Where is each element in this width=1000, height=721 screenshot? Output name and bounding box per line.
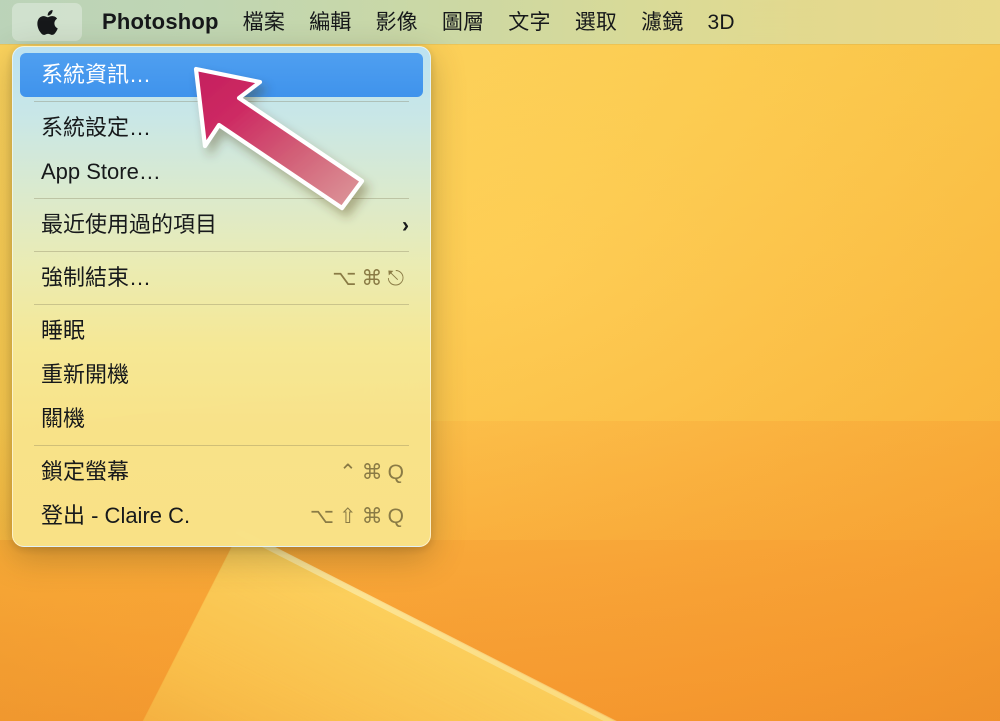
menu-item-force-quit[interactable]: 強制結束… ⌥⌘⎋ xyxy=(20,256,423,300)
menubar-item-image[interactable]: 影像 xyxy=(363,12,429,33)
menu-item-system-settings[interactable]: 系統設定… xyxy=(20,106,423,150)
menubar-item-select[interactable]: 選取 xyxy=(563,12,629,33)
macos-desktop: Photoshop 檔案 編輯 影像 圖層 文字 選取 濾鏡 3D 系統資訊… … xyxy=(0,0,1000,721)
menu-item-lock-screen[interactable]: 鎖定螢幕 ⌃⌘Q xyxy=(20,450,423,494)
menu-item-label: 最近使用過的項目 xyxy=(41,212,218,237)
menu-item-label: 鎖定螢幕 xyxy=(41,459,130,484)
menu-separator xyxy=(34,304,409,305)
menu-item-label: 系統資訊… xyxy=(41,62,152,87)
menu-item-shut-down[interactable]: 關機 xyxy=(20,397,423,441)
menu-item-label: App Store… xyxy=(41,159,161,184)
apple-logo-icon xyxy=(35,8,59,37)
menu-separator xyxy=(34,198,409,199)
menu-item-shortcut: ⌥⌘⎋ xyxy=(332,266,409,290)
menu-bar: Photoshop 檔案 編輯 影像 圖層 文字 選取 濾鏡 3D xyxy=(0,0,1000,44)
menubar-item-type[interactable]: 文字 xyxy=(496,12,562,33)
menubar-item-3d[interactable]: 3D xyxy=(696,12,747,33)
menubar-app-name[interactable]: Photoshop xyxy=(90,11,231,33)
menubar-item-edit[interactable]: 編輯 xyxy=(297,12,363,33)
apple-menu-button[interactable] xyxy=(12,3,82,41)
menu-item-sleep[interactable]: 睡眠 xyxy=(20,309,423,353)
menubar-item-filter[interactable]: 濾鏡 xyxy=(629,12,695,33)
menubar-item-layer[interactable]: 圖層 xyxy=(430,12,496,33)
menu-item-log-out[interactable]: 登出 - Claire C. ⌥⇧⌘Q xyxy=(20,494,423,538)
menubar-item-file[interactable]: 檔案 xyxy=(231,12,297,33)
menu-item-label: 關機 xyxy=(41,406,86,431)
menu-item-restart[interactable]: 重新開機 xyxy=(20,353,423,397)
menu-item-label: 系統設定… xyxy=(41,115,152,140)
apple-dropdown-menu: 系統資訊… 系統設定… App Store… 最近使用過的項目 › 強制結束… … xyxy=(12,46,431,547)
menu-item-label: 重新開機 xyxy=(41,362,130,387)
menu-item-label: 登出 - Claire C. xyxy=(41,503,191,528)
menubar-menu-list: 檔案 編輯 影像 圖層 文字 選取 濾鏡 3D xyxy=(231,12,747,33)
menu-item-shortcut: ⌃⌘Q xyxy=(339,460,409,484)
menu-separator xyxy=(34,101,409,102)
menu-separator xyxy=(34,251,409,252)
menu-item-about-this-mac[interactable]: 系統資訊… xyxy=(20,53,423,97)
menu-separator xyxy=(34,445,409,446)
chevron-right-icon: › xyxy=(402,213,409,237)
menu-item-label: 強制結束… xyxy=(41,265,152,290)
menu-item-shortcut: ⌥⇧⌘Q xyxy=(309,504,409,528)
menu-item-recent-items[interactable]: 最近使用過的項目 › xyxy=(20,203,423,247)
menu-item-label: 睡眠 xyxy=(41,318,86,343)
menu-item-app-store[interactable]: App Store… xyxy=(20,150,423,194)
